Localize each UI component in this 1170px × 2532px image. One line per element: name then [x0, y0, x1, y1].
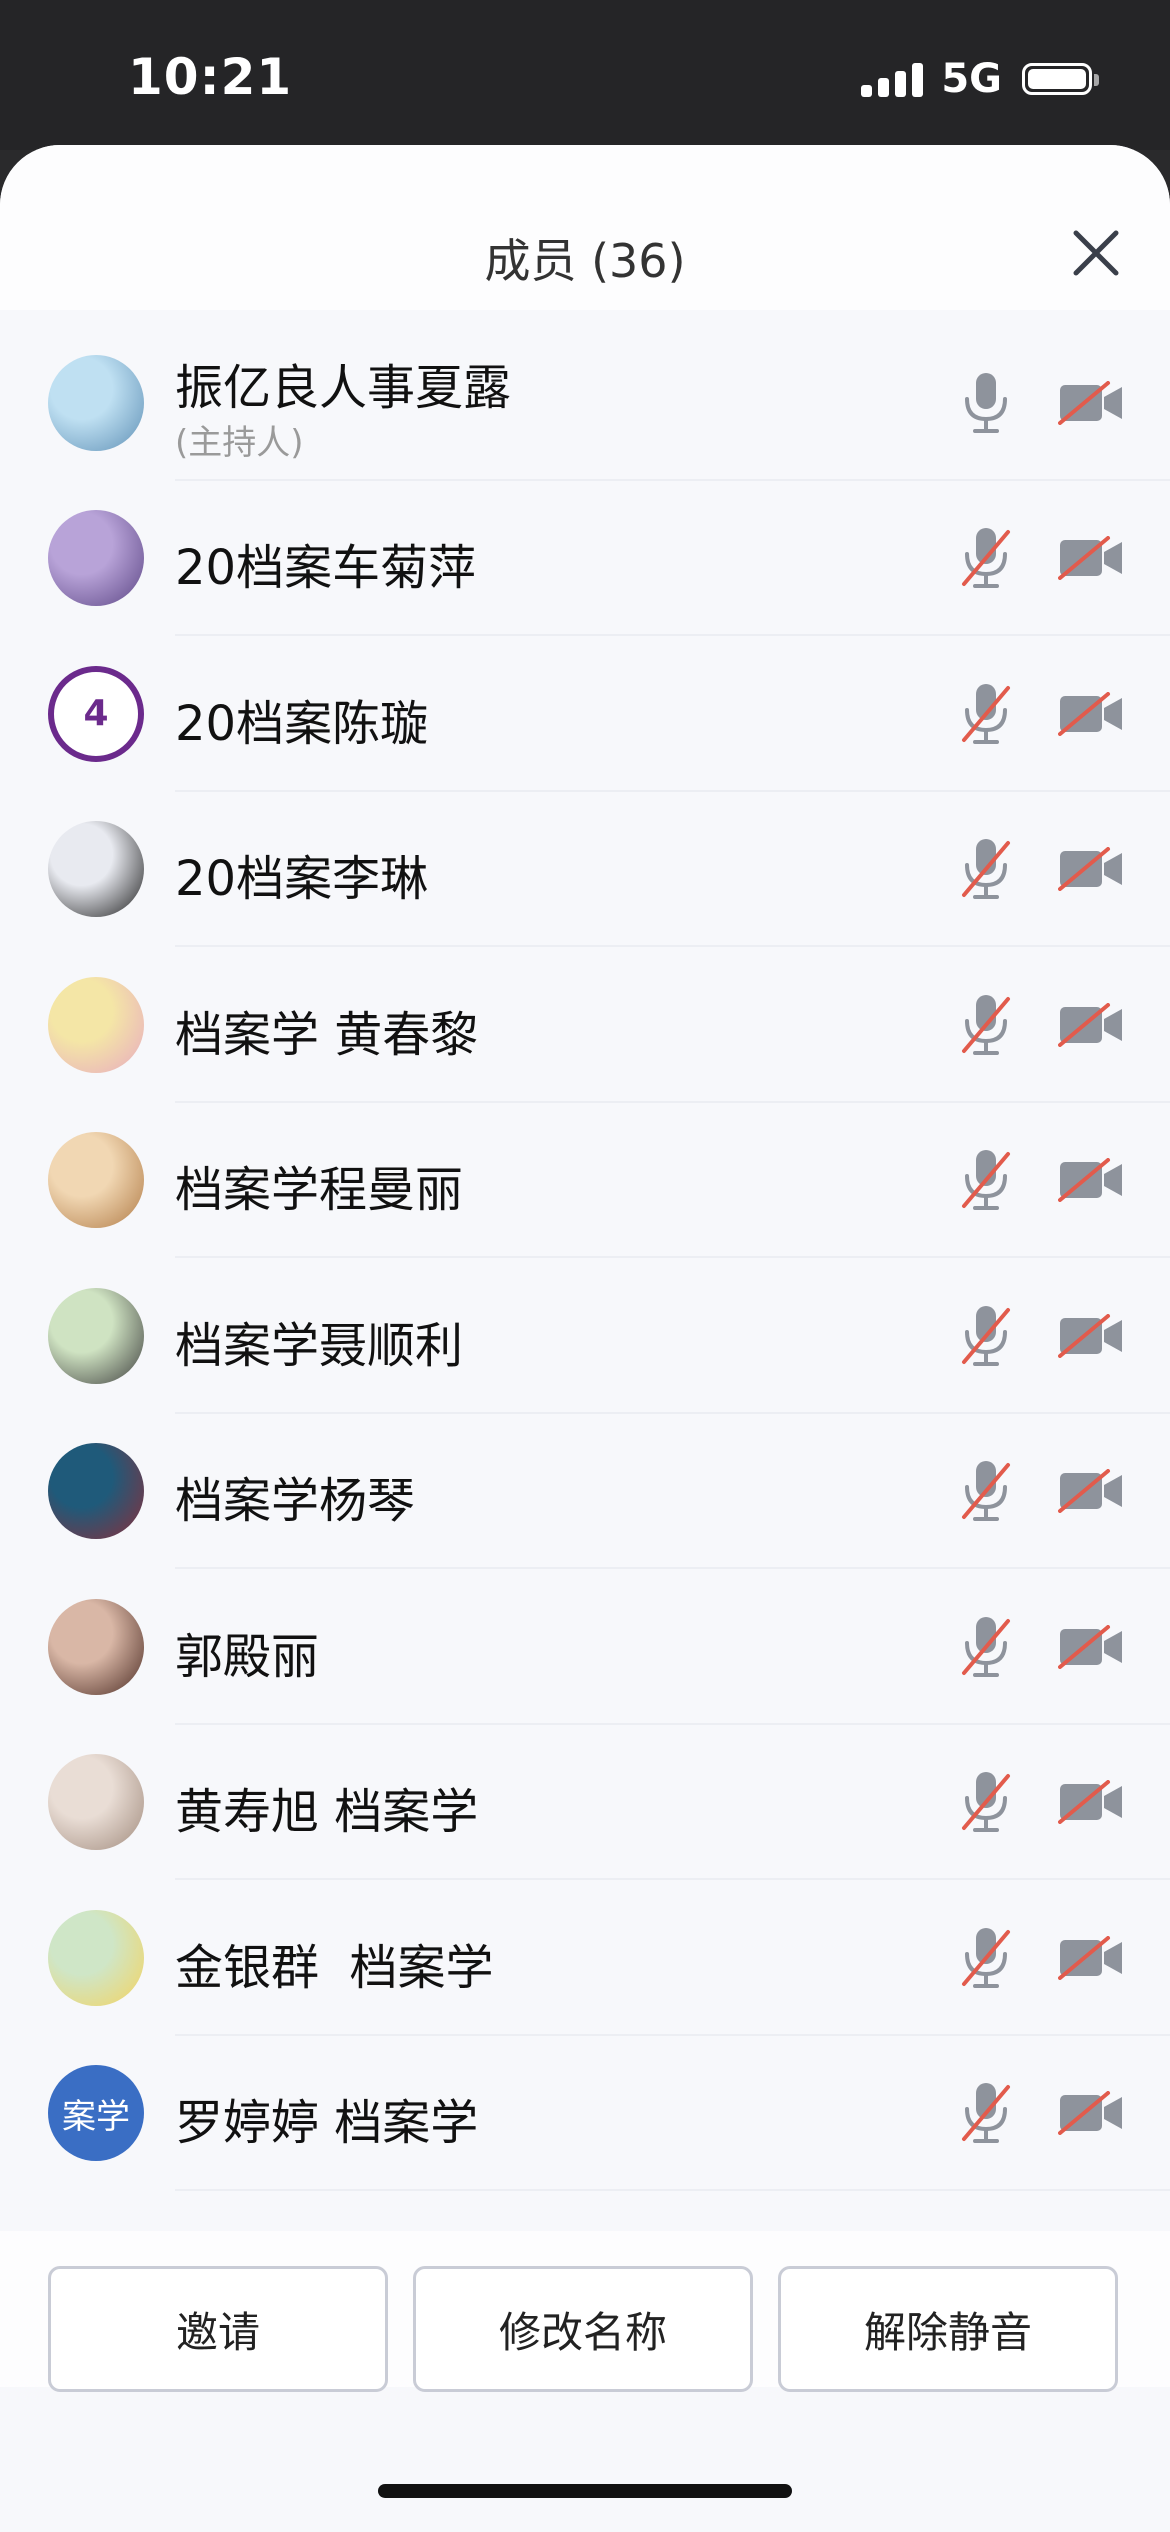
- camera-off-icon[interactable]: [1058, 1935, 1124, 1980]
- camera-off-icon[interactable]: [1058, 380, 1124, 425]
- microphone-muted-icon[interactable]: [960, 837, 1012, 901]
- camera-off-icon[interactable]: [1058, 1158, 1124, 1203]
- row-divider: [175, 2189, 1170, 2191]
- camera-off-icon[interactable]: [1058, 1002, 1124, 1047]
- member-name: 罗婷婷 档案学: [175, 2095, 479, 2152]
- member-role: (主持人): [175, 422, 304, 463]
- member-row[interactable]: 档案学程曼丽: [0, 1103, 1170, 1258]
- member-row[interactable]: 振亿良人事夏露 (主持人): [0, 325, 1170, 481]
- member-row[interactable]: 金银群 档案学: [0, 1880, 1170, 2036]
- camera-off-icon[interactable]: [1058, 847, 1124, 892]
- unmute-all-button[interactable]: 解除静音: [778, 2266, 1118, 2392]
- member-avatar: [48, 510, 144, 607]
- member-row[interactable]: 档案学杨琴: [0, 1414, 1170, 1569]
- microphone-muted-icon[interactable]: [960, 682, 1012, 746]
- member-row[interactable]: 20档案车菊萍: [0, 481, 1170, 636]
- members-sheet: 成员 (36) 振亿良人事夏露 (主持人) 20档案车菊萍 4 20档案陈璇 20档…: [0, 145, 1170, 2532]
- action-bar: 邀请 修改名称 解除静音: [0, 2231, 1170, 2392]
- camera-off-icon[interactable]: [1058, 2091, 1124, 2136]
- home-indicator: [378, 2484, 792, 2498]
- sheet-header: 成员 (36): [0, 145, 1170, 310]
- member-avatar: [48, 1909, 144, 2006]
- member-avatar: [48, 821, 144, 918]
- network-type: 5G: [941, 56, 1002, 102]
- camera-off-icon[interactable]: [1058, 1469, 1124, 1514]
- microphone-muted-icon[interactable]: [960, 1148, 1012, 1212]
- member-name: 20档案陈璇: [175, 695, 429, 752]
- camera-off-icon[interactable]: [1058, 536, 1124, 581]
- member-name: 档案学杨琴: [175, 1473, 416, 1530]
- microphone-muted-icon[interactable]: [960, 1615, 1012, 1679]
- member-name: 振亿良人事夏露: [175, 359, 512, 416]
- member-row[interactable]: 郭殿丽: [0, 1569, 1170, 1725]
- microphone-muted-icon[interactable]: [960, 1459, 1012, 1523]
- sheet-title: 成员 (36): [484, 234, 686, 288]
- microphone-muted-icon[interactable]: [960, 993, 1012, 1057]
- close-icon[interactable]: [1068, 225, 1124, 281]
- member-row[interactable]: 20档案李琳: [0, 792, 1170, 947]
- member-avatar: [48, 1598, 144, 1695]
- camera-off-icon[interactable]: [1058, 691, 1124, 736]
- member-avatar: [48, 1754, 144, 1851]
- microphone-muted-icon[interactable]: [960, 2081, 1012, 2145]
- member-name: 金银群 档案学: [175, 1939, 494, 1996]
- member-avatar: [48, 976, 144, 1073]
- status-indicators: 5G: [861, 56, 1099, 102]
- microphone-muted-icon[interactable]: [960, 1770, 1012, 1834]
- member-row[interactable]: 案学 罗婷婷 档案学: [0, 2036, 1170, 2191]
- member-name: 20档案李琳: [175, 851, 429, 908]
- member-row[interactable]: 黄寿旭 档案学: [0, 1725, 1170, 1880]
- camera-off-icon[interactable]: [1058, 1313, 1124, 1358]
- member-avatar: 4: [48, 665, 144, 762]
- member-avatar: [48, 1287, 144, 1384]
- member-name: 档案学 黄春黎: [175, 1006, 479, 1063]
- microphone-muted-icon[interactable]: [960, 526, 1012, 590]
- member-name: 黄寿旭 档案学: [175, 1784, 479, 1841]
- rename-button[interactable]: 修改名称: [413, 2266, 753, 2392]
- battery-icon: [1022, 63, 1099, 95]
- invite-button[interactable]: 邀请: [48, 2266, 388, 2392]
- status-time: 10:21: [128, 48, 293, 106]
- member-row[interactable]: 档案学 黄春黎: [0, 947, 1170, 1103]
- member-avatar: [48, 1443, 144, 1540]
- microphone-muted-icon[interactable]: [960, 1926, 1012, 1990]
- member-row[interactable]: 档案学聂顺利: [0, 1258, 1170, 1414]
- member-name: 郭殿丽: [175, 1628, 320, 1685]
- camera-off-icon[interactable]: [1058, 1780, 1124, 1825]
- member-name: 档案学聂顺利: [175, 1317, 464, 1374]
- member-avatar: [48, 354, 144, 451]
- microphone-muted-icon[interactable]: [960, 1304, 1012, 1368]
- member-list[interactable]: 振亿良人事夏露 (主持人) 20档案车菊萍 4 20档案陈璇 20档案李琳 档案学 …: [0, 325, 1170, 2376]
- member-name: 档案学程曼丽: [175, 1162, 464, 1219]
- camera-off-icon[interactable]: [1058, 1624, 1124, 1669]
- signal-icon: [861, 61, 924, 97]
- member-avatar: [48, 1132, 144, 1229]
- member-row[interactable]: 4 20档案陈璇: [0, 636, 1170, 792]
- microphone-icon[interactable]: [960, 371, 1012, 435]
- status-bar: 10:21 5G: [0, 0, 1170, 150]
- member-name: 20档案车菊萍: [175, 540, 477, 597]
- member-avatar: 案学: [48, 2065, 144, 2162]
